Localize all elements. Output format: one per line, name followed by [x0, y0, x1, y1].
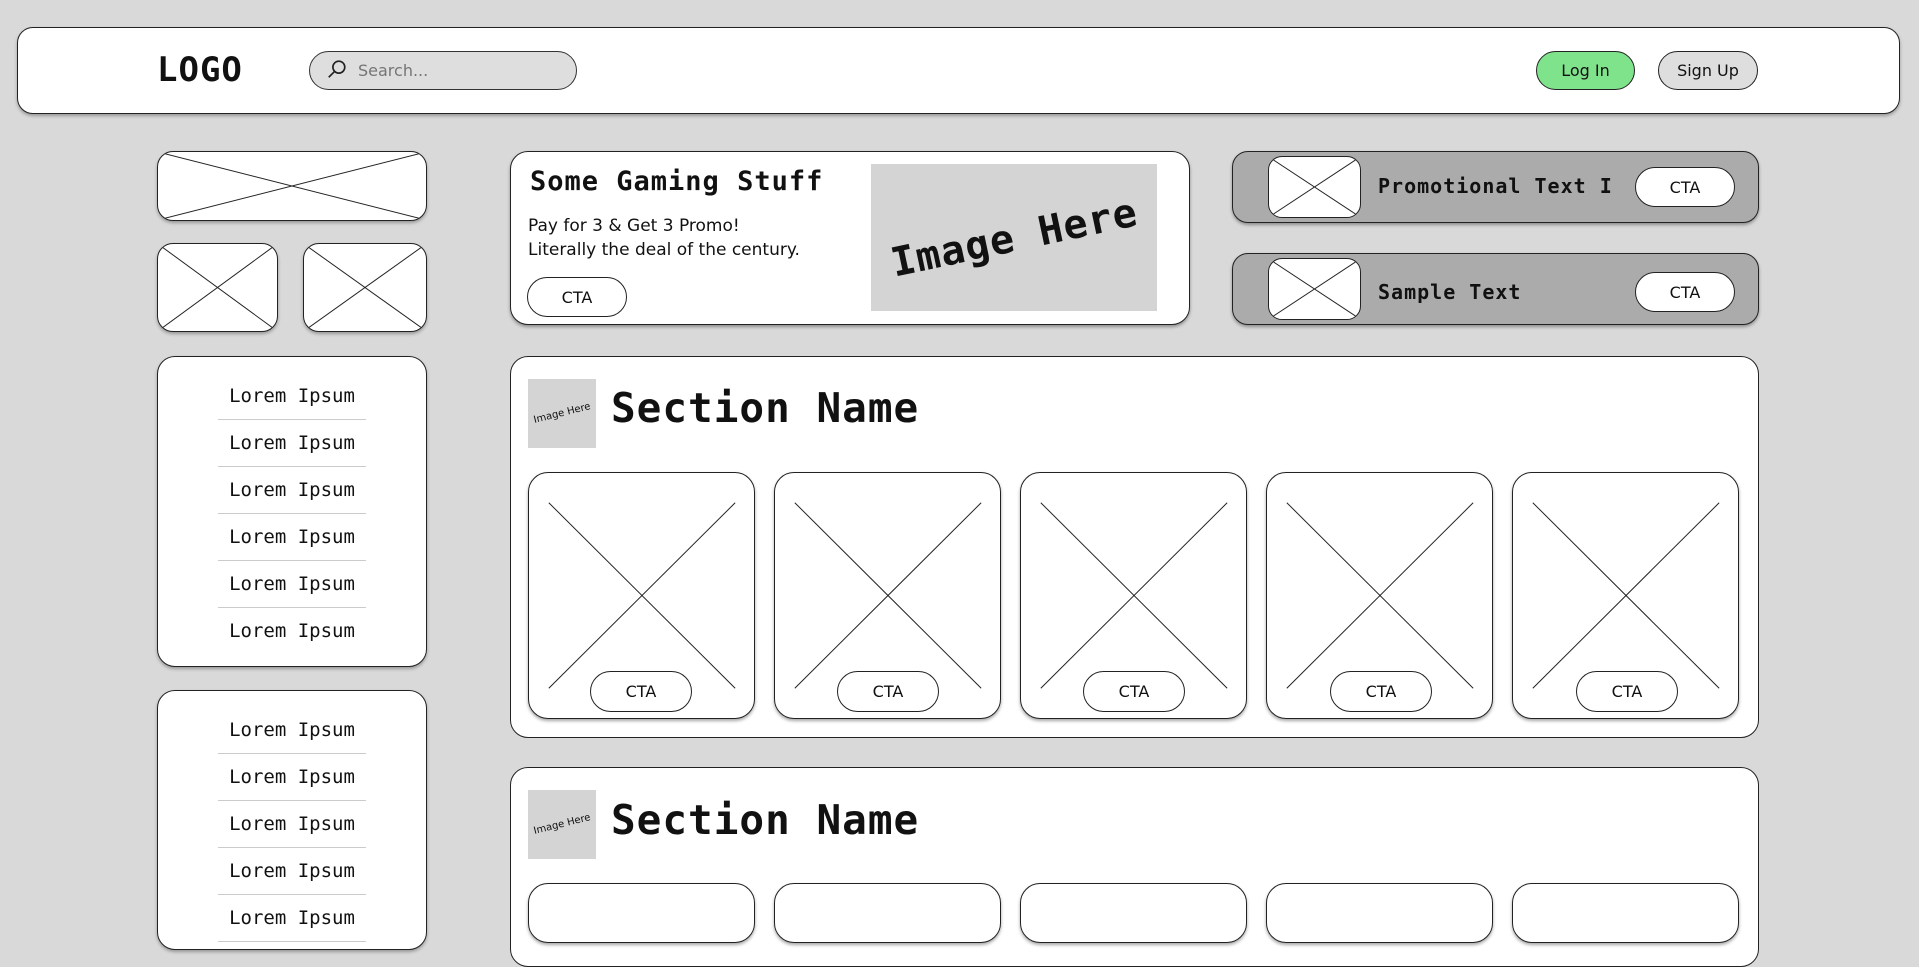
signup-button[interactable]: Sign Up [1658, 51, 1758, 90]
sidebar-item[interactable]: Lorem Ipsum [218, 373, 366, 420]
section-2-icon-label: Image Here [532, 812, 592, 837]
section-2-tile[interactable] [1266, 883, 1493, 943]
search-bar[interactable] [309, 51, 577, 90]
side-promo-2-thumb [1268, 258, 1361, 320]
sidebar-thumb-left[interactable] [157, 243, 278, 332]
section-1-tile[interactable]: CTA [528, 472, 755, 719]
side-promo-1-text: Promotional Text I [1378, 174, 1613, 198]
tile-cta-button[interactable]: CTA [1083, 671, 1185, 712]
sidebar-item[interactable]: Lorem Ipsum [218, 707, 366, 754]
side-promo-2-text: Sample Text [1378, 280, 1522, 304]
promo-line-1: Pay for 3 & Get 3 Promo! [528, 216, 740, 236]
sidebar-item[interactable]: Lorem Ipsum [218, 848, 366, 895]
sidebar-list-2: Lorem Ipsum Lorem Ipsum Lorem Ipsum Lore… [157, 690, 427, 950]
sidebar-item[interactable]: Lorem Ipsum [218, 608, 366, 654]
tile-cta-button[interactable]: CTA [590, 671, 692, 712]
side-promo-2-cta[interactable]: CTA [1635, 272, 1735, 312]
section-2-tile[interactable] [528, 883, 755, 943]
site-logo[interactable]: LOGO [157, 50, 243, 90]
tile-cta-button[interactable]: CTA [837, 671, 939, 712]
section-2-title: Section Name [611, 796, 920, 844]
sidebar-item[interactable]: Lorem Ipsum [218, 754, 366, 801]
section-2-tile[interactable] [1020, 883, 1247, 943]
section-2-tile[interactable] [774, 883, 1001, 943]
section-2-icon: Image Here [528, 790, 596, 859]
sidebar-item[interactable]: Lorem Ipsum [218, 801, 366, 848]
promo-line-2: Literally the deal of the century. [528, 240, 800, 260]
sidebar-list-1: Lorem Ipsum Lorem Ipsum Lorem Ipsum Lore… [157, 356, 427, 667]
section-1-title: Section Name [611, 384, 920, 432]
promo-image: Image Here [871, 164, 1157, 311]
section-1-tile[interactable]: CTA [774, 472, 1001, 719]
sidebar-item[interactable]: Lorem Ipsum [218, 467, 366, 514]
section-1-icon-label: Image Here [532, 401, 592, 426]
section-1-tile[interactable]: CTA [1512, 472, 1739, 719]
side-promo-1-thumb [1268, 156, 1361, 218]
sidebar-item[interactable]: Lorem Ipsum [218, 561, 366, 608]
sidebar-banner-image[interactable] [157, 151, 427, 221]
section-2-tile[interactable] [1512, 883, 1739, 943]
section-1-icon: Image Here [528, 379, 596, 448]
sidebar-item[interactable]: Lorem Ipsum [218, 895, 366, 942]
promo-image-label: Image Here [886, 188, 1142, 287]
search-icon [326, 58, 356, 84]
section-1-tile[interactable]: CTA [1266, 472, 1493, 719]
section-1-tile[interactable]: CTA [1020, 472, 1247, 719]
search-input[interactable] [356, 60, 560, 81]
login-button[interactable]: Log In [1536, 51, 1635, 90]
promo-title: Some Gaming Stuff [530, 166, 824, 197]
sidebar-item[interactable]: Lorem Ipsum [218, 514, 366, 561]
sidebar-thumb-right[interactable] [303, 243, 427, 332]
side-promo-1-cta[interactable]: CTA [1635, 167, 1735, 207]
tile-cta-button[interactable]: CTA [1576, 671, 1678, 712]
tile-cta-button[interactable]: CTA [1330, 671, 1432, 712]
promo-cta-button[interactable]: CTA [527, 277, 627, 317]
sidebar-item[interactable]: Lorem Ipsum [218, 420, 366, 467]
